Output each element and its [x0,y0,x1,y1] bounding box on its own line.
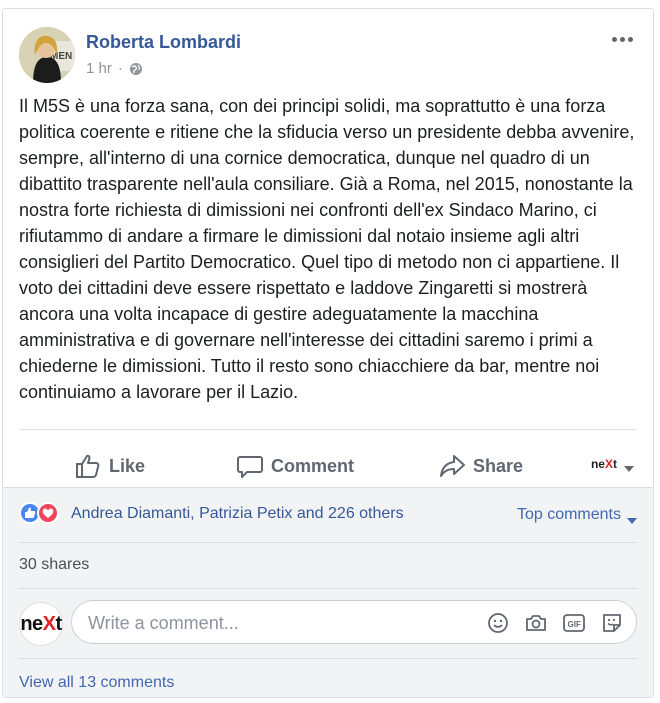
comment-input[interactable]: Write a comment... GIF [71,600,637,644]
top-comments-label: Top comments [516,506,621,523]
post-text: Il M5S è una forza sana, con dei princip… [19,96,635,402]
comment-composer: neXt Write a comment... GIF [19,596,637,652]
next-logo: neXt [20,612,62,635]
top-comments-dropdown[interactable]: Top comments [517,506,637,524]
svg-text:GIF: GIF [568,620,581,629]
shares-count[interactable]: 30 shares [19,556,89,574]
gif-icon[interactable]: GIF [562,611,586,635]
thumbs-up-icon [75,453,101,479]
reactions-row: Andrea Diamanti, Patrizia Petix and 226 … [19,500,637,530]
view-all-comments-link[interactable]: View all 13 comments [19,674,174,692]
post-header: MEN Roberta Lombardi 1 hr · [19,27,637,87]
post-meta: 1 hr · [86,60,143,77]
love-reaction-icon [37,502,59,524]
composer-icons: GIF [486,611,624,635]
share-label: Share [473,455,524,476]
footer-divider [19,542,637,543]
page-switcher[interactable]: neXt [590,457,635,472]
sticker-icon[interactable] [600,611,624,635]
post-time[interactable]: 1 hr [86,60,112,77]
comment-placeholder: Write a comment... [88,613,239,633]
caret-down-icon [627,512,637,524]
camera-icon[interactable] [524,611,548,635]
speech-bubble-icon [237,453,263,479]
meta-separator: · [117,60,123,77]
share-arrow-icon [439,453,465,479]
more-options-icon[interactable] [607,29,637,49]
post-card: MEN Roberta Lombardi 1 hr · Il M5S è una… [2,8,654,698]
comment-label: Comment [271,455,355,476]
globe-icon[interactable] [129,62,143,76]
page-avatar[interactable]: neXt [19,602,63,646]
caret-down-icon [623,460,635,472]
author-avatar[interactable]: MEN [19,27,75,83]
like-label: Like [109,455,146,476]
next-logo-small: neXt [590,457,617,471]
emoji-icon[interactable] [486,611,510,635]
footer-divider [19,588,637,589]
footer-divider [19,658,637,659]
post-footer: Andrea Diamanti, Patrizia Petix and 226 … [3,487,653,697]
actions-divider [19,429,637,430]
author-name[interactable]: Roberta Lombardi [86,32,241,53]
reactors-summary[interactable]: Andrea Diamanti, Patrizia Petix and 226 … [71,505,404,523]
